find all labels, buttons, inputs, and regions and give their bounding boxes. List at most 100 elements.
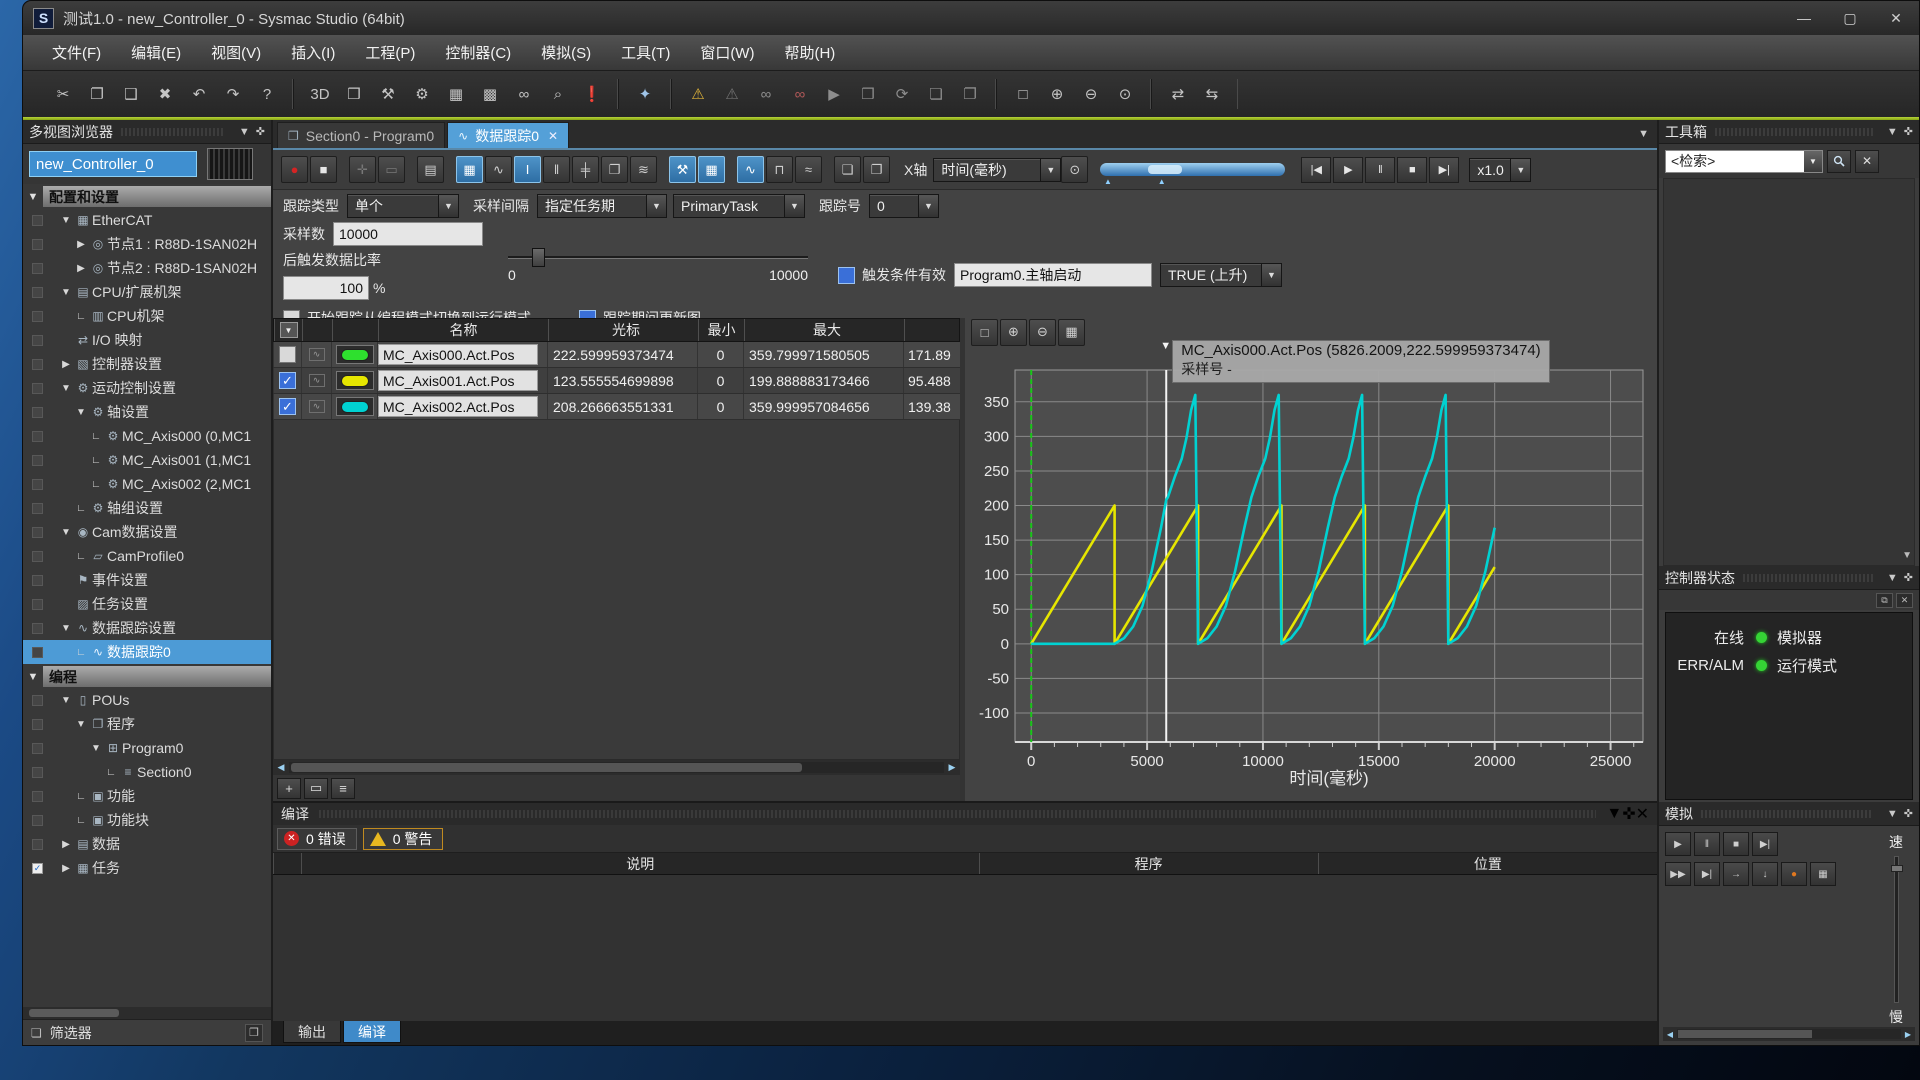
transfer-button[interactable]: ▩ xyxy=(475,79,505,109)
chart-plot[interactable]: -100-50050100150200250300350050001000015… xyxy=(965,346,1653,796)
post-trigger-input[interactable]: 100 xyxy=(283,276,369,300)
tab-data-trace[interactable]: ∿数据跟踪0✕ xyxy=(447,122,569,148)
tree-section-header[interactable]: ▼配置和设置 xyxy=(23,185,271,208)
tree-item[interactable]: ∟▱CamProfile0 xyxy=(23,544,271,568)
scroll-left-icon[interactable]: ◀ xyxy=(1663,1030,1677,1039)
sim-run-button[interactable]: ▶ xyxy=(1665,832,1691,856)
series-color-button[interactable] xyxy=(336,345,374,364)
compare-button[interactable]: ∞ xyxy=(509,79,539,109)
jump-start-button[interactable]: |◀ xyxy=(1301,157,1331,183)
task-combo[interactable]: PrimaryTask ▼ xyxy=(673,194,805,218)
tree-item[interactable]: ∟⚙轴组设置 xyxy=(23,496,271,520)
variable-name-input[interactable]: MC_Axis000.Act.Pos xyxy=(378,344,538,365)
collapse-icon[interactable]: ▼ xyxy=(239,126,250,138)
tree-section-header[interactable]: ▼编程 xyxy=(23,665,271,688)
expand-arrow-icon[interactable]: ▶ xyxy=(58,839,74,850)
expand-arrow-icon[interactable]: ▼ xyxy=(73,407,89,418)
explorer-hscrollbar[interactable] xyxy=(23,1007,271,1019)
tree-item[interactable]: ∟⚙MC_Axis000 (0,MC1 xyxy=(23,424,271,448)
table-hscrollbar[interactable]: ◀ ▶ xyxy=(273,760,960,775)
controller-selector[interactable]: new_Controller_0 xyxy=(29,151,197,177)
expand-arrow-icon[interactable]: ▼ xyxy=(58,527,74,538)
expand-icon[interactable]: ⧉ xyxy=(1876,593,1893,608)
screen-layout-button[interactable]: ▭ xyxy=(378,156,405,183)
expand-arrow-icon[interactable]: ▼ xyxy=(58,695,74,706)
expand-arrow-icon[interactable]: ▶ xyxy=(73,239,89,250)
copy-button[interactable]: ❐ xyxy=(82,79,112,109)
expand-arrow-icon[interactable]: ▶ xyxy=(58,359,74,370)
add-variable-button[interactable]: + xyxy=(277,778,301,799)
filter-expand-button[interactable]: ❐ xyxy=(245,1024,263,1042)
sync-button[interactable]: ⟳ xyxy=(887,79,917,109)
tree-item[interactable]: ⚑事件设置 xyxy=(23,568,271,592)
expand-arrow-icon[interactable]: ▼ xyxy=(58,215,74,226)
tree-item[interactable]: ▶◎节点1 : R88D-1SAN02H xyxy=(23,232,271,256)
auto-scale-button[interactable]: ≋ xyxy=(630,156,657,183)
sim-ff-button[interactable]: ▶▶ xyxy=(1665,862,1691,886)
close-icon[interactable]: ✕ xyxy=(1636,804,1649,824)
close-icon[interactable]: ✕ xyxy=(1896,593,1913,608)
tree-item[interactable]: ∟⚙MC_Axis002 (2,MC1 xyxy=(23,472,271,496)
trace-no-combo[interactable]: 0 ▼ xyxy=(869,194,939,218)
rebuild-controller-button[interactable]: ⚙ xyxy=(407,79,437,109)
playback-speed-combo[interactable]: x1.0▼ xyxy=(1469,158,1531,182)
menu-item[interactable]: 插入(I) xyxy=(276,35,350,70)
copy-graph-button[interactable]: ❐ xyxy=(601,156,628,183)
tree-item[interactable]: ▼⚙轴设置 xyxy=(23,400,271,424)
menu-item[interactable]: 帮助(H) xyxy=(769,35,850,70)
tree-item[interactable]: ▼∿数据跟踪设置 xyxy=(23,616,271,640)
abort-button[interactable]: ❗ xyxy=(577,79,607,109)
window-a-button[interactable]: ❏ xyxy=(921,79,951,109)
offset-cursor-button[interactable]: ╪ xyxy=(572,156,599,183)
3d-view-button[interactable]: 3D xyxy=(305,79,335,109)
zoom-in-button[interactable]: ⊕ xyxy=(1042,79,1072,109)
menu-item[interactable]: 编辑(E) xyxy=(116,35,196,70)
cut-button[interactable]: ✂ xyxy=(48,79,78,109)
menu-item[interactable]: 视图(V) xyxy=(196,35,276,70)
tree-item[interactable]: ∟▥CPU机架 xyxy=(23,304,271,328)
stop-button[interactable]: ■ xyxy=(1397,157,1427,183)
chart-zoom-in-button[interactable]: ⊕ xyxy=(1000,319,1027,346)
tree-item[interactable]: ▼◉Cam数据设置 xyxy=(23,520,271,544)
help-button[interactable]: ? xyxy=(252,79,282,109)
scroll-right-icon[interactable]: ▶ xyxy=(1901,1030,1915,1039)
capture-button[interactable]: ▭ xyxy=(304,778,328,799)
pin-icon[interactable]: ✜ xyxy=(1904,807,1913,820)
tree-item[interactable]: ▶◎节点2 : R88D-1SAN02H xyxy=(23,256,271,280)
table-view-button[interactable]: ▦ xyxy=(698,156,725,183)
plot-enable-checkbox[interactable]: ✓ xyxy=(279,372,296,389)
delete-button[interactable]: ✖ xyxy=(150,79,180,109)
interval-combo[interactable]: 指定任务期 ▼ xyxy=(537,194,667,218)
paste-button[interactable]: ❑ xyxy=(116,79,146,109)
plot-enable-checkbox[interactable] xyxy=(279,346,296,363)
pin-icon[interactable]: ✜ xyxy=(1622,804,1635,824)
tab-list-button[interactable]: ▼ xyxy=(1638,128,1649,140)
cursor-marker-icon[interactable]: ▼ xyxy=(1160,340,1171,352)
sim-stop-button[interactable]: ■ xyxy=(1723,832,1749,856)
scroll-left-icon[interactable]: ◀ xyxy=(273,762,289,773)
attach-cursor-button[interactable]: ✛ xyxy=(349,156,376,183)
time-sync-button[interactable]: ⊙ xyxy=(1061,156,1088,183)
menu-item[interactable]: 文件(F) xyxy=(37,35,116,70)
tree-item[interactable]: ∟▣功能 xyxy=(23,784,271,808)
list-view-button[interactable]: ≡ xyxy=(331,778,355,799)
scroll-right-icon[interactable]: ▶ xyxy=(944,762,960,773)
post-trigger-slider[interactable] xyxy=(508,256,808,259)
menu-item[interactable]: 模拟(S) xyxy=(526,35,606,70)
plot-enable-checkbox[interactable]: ✓ xyxy=(279,398,296,415)
sim-breakpoint-button[interactable]: ▦ xyxy=(1810,862,1836,886)
speed-slider[interactable] xyxy=(1894,856,1899,1003)
pin-icon[interactable]: ✜ xyxy=(1904,125,1913,138)
watch-window-button[interactable]: ∞ xyxy=(751,79,781,109)
expand-arrow-icon[interactable]: ▼ xyxy=(58,623,74,634)
redo-button[interactable]: ↷ xyxy=(218,79,248,109)
expand-arrow-icon[interactable]: ▼ xyxy=(73,719,89,730)
tree-item[interactable]: ∟≡Section0 xyxy=(23,760,271,784)
expand-arrow-icon[interactable]: ▼ xyxy=(88,743,104,754)
import-trace-button[interactable]: ❐ xyxy=(863,156,890,183)
item-checkbox[interactable]: ✓ xyxy=(32,863,43,874)
play-button[interactable]: ▶ xyxy=(1333,157,1363,183)
export-trace-button[interactable]: ❏ xyxy=(834,156,861,183)
tree-item[interactable]: ▼▯POUs xyxy=(23,688,271,712)
go-offline-button[interactable]: ⇆ xyxy=(1197,79,1227,109)
